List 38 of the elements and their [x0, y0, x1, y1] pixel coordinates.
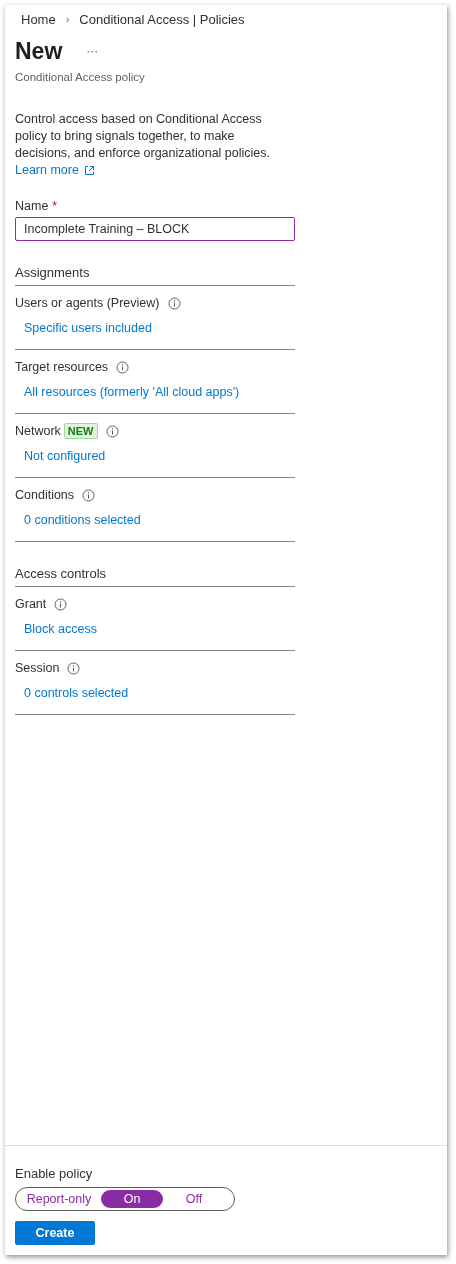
more-button[interactable]: ··· [86, 44, 99, 58]
row-label: Users or agents (Preview) [15, 296, 160, 310]
learn-more-link[interactable]: Learn more [15, 162, 95, 179]
create-button[interactable]: Create [15, 1221, 95, 1245]
page-subtitle: Conditional Access policy [15, 71, 145, 83]
info-icon[interactable] [167, 296, 181, 310]
section-heading: Assignments [15, 263, 295, 286]
row-label: Grant [15, 597, 47, 611]
breadcrumb-separator: › [65, 13, 70, 25]
info-icon[interactable] [116, 360, 130, 374]
name-input-field[interactable]: Incomplete Training – BLOCK [15, 217, 295, 241]
toggle-option[interactable]: On [101, 1190, 163, 1208]
row-label: Target resources [15, 360, 109, 374]
toggle-option[interactable]: Off [163, 1190, 225, 1208]
breadcrumb-link[interactable]: Conditional Access | Policies [79, 11, 245, 27]
row-value-link[interactable]: Block access [24, 622, 97, 636]
row-value-link[interactable]: All resources (formerly 'All cloud apps') [24, 385, 240, 399]
page-title: New [15, 37, 63, 65]
required-asterisk: * [52, 199, 58, 213]
description-text: Control access based on Conditional Access policy to bring signals together, to make decisions, and enforce organizational policies. [15, 111, 272, 162]
info-icon[interactable] [54, 597, 68, 611]
toggle-option[interactable]: Report-only [17, 1190, 101, 1208]
info-icon[interactable] [105, 424, 119, 438]
row-value-link[interactable]: 0 conditions selected [24, 513, 141, 527]
info-icon[interactable] [67, 661, 81, 675]
external-link-icon [83, 165, 95, 176]
info-icon[interactable] [82, 488, 96, 502]
row-value-link[interactable]: Not configured [24, 449, 106, 463]
row-value-link[interactable]: 0 controls selected [24, 686, 129, 700]
field-label: Name [15, 199, 49, 213]
row-label: Conditions [15, 488, 75, 502]
row-label: Network [15, 424, 61, 438]
enable-policy-label: Enable policy [15, 1166, 93, 1181]
row-label: Session [15, 661, 60, 675]
row-value-link[interactable]: Specific users included [24, 321, 152, 335]
new-badge: NEW [63, 423, 98, 439]
section-heading: Access controls [15, 564, 295, 587]
breadcrumb-link[interactable]: Home [21, 11, 56, 27]
